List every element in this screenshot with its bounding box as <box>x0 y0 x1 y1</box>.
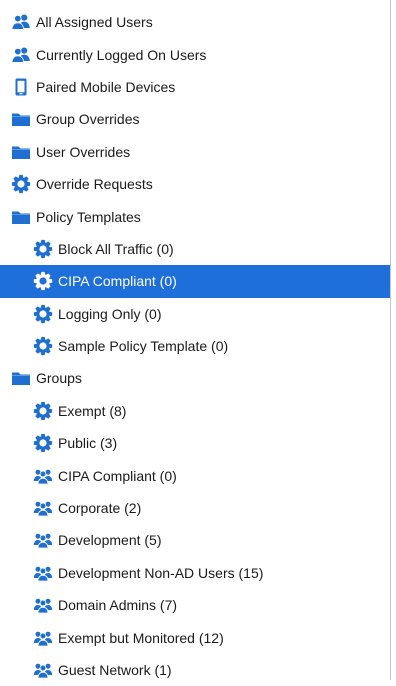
tree-item-label: CIPA Compliant (0) <box>58 467 177 484</box>
group-icon <box>33 660 53 680</box>
group-icon <box>33 628 53 648</box>
gear-icon <box>33 401 53 421</box>
tree-item-development-non-ad-users[interactable]: Development Non-AD Users (15) <box>0 557 390 589</box>
gear-icon <box>33 304 53 324</box>
tree-item-label: Logging Only (0) <box>58 305 162 322</box>
tree-item-label: All Assigned Users <box>36 14 153 31</box>
tree-item-label: Group Overrides <box>36 111 140 128</box>
policy-tree: All Assigned Users Currently Logged On U… <box>0 0 391 680</box>
tree-item-block-all-traffic[interactable]: Block All Traffic (0) <box>0 233 390 265</box>
folder-icon <box>11 142 31 162</box>
users-icon <box>11 45 31 65</box>
folder-icon <box>11 207 31 227</box>
tree-item-label: Override Requests <box>36 176 153 193</box>
tree-item-corporate[interactable]: Corporate (2) <box>0 492 390 524</box>
tree-item-sample-policy-template[interactable]: Sample Policy Template (0) <box>0 330 390 362</box>
group-icon <box>33 563 53 583</box>
folder-icon <box>11 368 31 388</box>
tree-item-paired-mobile-devices[interactable]: Paired Mobile Devices <box>0 71 390 103</box>
tree-item-cipa-compliant-template[interactable]: CIPA Compliant (0) <box>0 265 390 298</box>
tree-item-label: Policy Templates <box>36 208 141 225</box>
tree-item-public[interactable]: Public (3) <box>0 427 390 459</box>
tree-item-label: User Overrides <box>36 143 131 160</box>
group-icon <box>33 530 53 550</box>
gear-icon <box>33 271 53 291</box>
tree-item-label: Development Non-AD Users (15) <box>58 564 264 581</box>
folder-icon <box>11 109 31 129</box>
tree-item-label: Groups <box>36 370 82 387</box>
tree-item-label: Corporate (2) <box>58 500 142 517</box>
gear-icon <box>33 239 53 259</box>
tree-item-label: Exempt (8) <box>58 402 127 419</box>
tree-item-label: Exempt but Monitored (12) <box>58 629 224 646</box>
tree-item-exempt[interactable]: Exempt (8) <box>0 395 390 427</box>
group-icon <box>33 466 53 486</box>
tree-item-label: Guest Network (1) <box>58 662 172 678</box>
tree-item-label: Currently Logged On Users <box>36 46 207 63</box>
tree-item-label: Sample Policy Template (0) <box>58 338 229 355</box>
tree-item-label: Block All Traffic (0) <box>58 240 174 257</box>
tree-item-guest-network[interactable]: Guest Network (1) <box>0 654 390 686</box>
tree-item-groups[interactable]: Groups <box>0 362 390 394</box>
tree-item-domain-admins[interactable]: Domain Admins (7) <box>0 589 390 621</box>
tree-item-cipa-compliant-group[interactable]: CIPA Compliant (0) <box>0 459 390 491</box>
tree-item-label: Public (3) <box>58 435 118 452</box>
tree-item-development[interactable]: Development (5) <box>0 524 390 556</box>
group-icon <box>33 595 53 615</box>
tree-item-label: Development (5) <box>58 532 162 549</box>
tree-item-override-requests[interactable]: Override Requests <box>0 168 390 200</box>
tree-item-currently-logged-on-users[interactable]: Currently Logged On Users <box>0 38 390 70</box>
gear-icon <box>11 174 31 194</box>
tree-item-policy-templates[interactable]: Policy Templates <box>0 200 390 232</box>
tree-item-group-overrides[interactable]: Group Overrides <box>0 103 390 135</box>
tree-item-label: CIPA Compliant (0) <box>58 273 177 290</box>
tree-item-user-overrides[interactable]: User Overrides <box>0 136 390 168</box>
tree-item-exempt-but-monitored[interactable]: Exempt but Monitored (12) <box>0 621 390 653</box>
tree-item-label: Domain Admins (7) <box>58 597 178 614</box>
group-icon <box>33 498 53 518</box>
gear-icon <box>33 433 53 453</box>
tree-item-label: Paired Mobile Devices <box>36 78 176 95</box>
mobile-device-icon <box>11 77 31 97</box>
users-icon <box>11 12 31 32</box>
tree-item-all-assigned-users[interactable]: All Assigned Users <box>0 6 390 38</box>
tree-item-logging-only[interactable]: Logging Only (0) <box>0 298 390 330</box>
gear-icon <box>33 336 53 356</box>
